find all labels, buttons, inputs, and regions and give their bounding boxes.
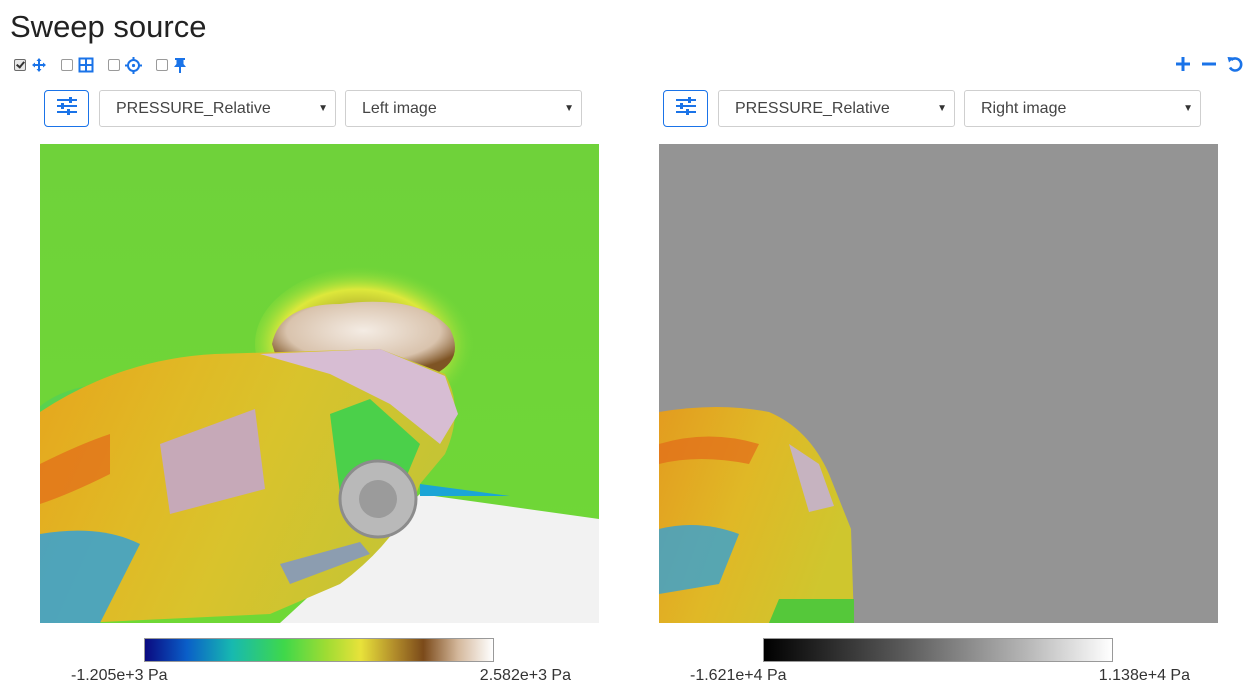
- grid-toggle[interactable]: [61, 57, 94, 73]
- right-colorbar-min: -1.621e+4 Pa: [690, 667, 787, 684]
- crosshair-toggle[interactable]: [108, 56, 142, 74]
- right-colorbar-max: 1.138e+4 Pa: [1098, 667, 1190, 684]
- sliders-icon: [56, 97, 78, 120]
- right-colorbar: [763, 638, 1113, 662]
- left-pane: PRESSURE_Relative ▼ Left image ▼ -1.205e…: [40, 90, 600, 695]
- left-image-select-value: Left image: [362, 100, 437, 117]
- move-arrows-icon[interactable]: [31, 57, 47, 73]
- left-colorbar-min: -1.205e+3 Pa: [71, 667, 168, 684]
- caret-down-icon: ▼: [318, 103, 328, 114]
- right-pane: PRESSURE_Relative ▼ Right image ▼ -1.621…: [659, 90, 1219, 695]
- grid-checkbox[interactable]: [61, 59, 73, 71]
- crosshair-checkbox[interactable]: [108, 59, 120, 71]
- right-image-select-value: Right image: [981, 100, 1067, 117]
- left-render-viewport[interactable]: [40, 144, 599, 623]
- minus-icon[interactable]: [1200, 55, 1218, 78]
- right-pressure-render: [659, 144, 1218, 623]
- pan-checkbox[interactable]: [14, 59, 26, 71]
- plus-icon[interactable]: [1174, 55, 1192, 78]
- pan-toggle[interactable]: [14, 57, 47, 73]
- caret-down-icon: ▼: [937, 103, 947, 114]
- left-field-select[interactable]: PRESSURE_Relative ▼: [99, 90, 336, 127]
- left-colorbar-max: 2.582e+3 Pa: [479, 667, 571, 684]
- page-title: Sweep source: [10, 9, 207, 44]
- pin-checkbox[interactable]: [156, 59, 168, 71]
- pin-icon[interactable]: [173, 57, 187, 73]
- grid-icon[interactable]: [78, 57, 94, 73]
- caret-down-icon: ▼: [564, 103, 574, 114]
- reset-icon[interactable]: [1226, 55, 1244, 78]
- caret-down-icon: ▼: [1183, 103, 1193, 114]
- left-settings-button[interactable]: [44, 90, 89, 127]
- view-toolbar: [14, 55, 201, 75]
- right-settings-button[interactable]: [663, 90, 708, 127]
- right-render-viewport[interactable]: [659, 144, 1218, 623]
- zoom-controls: [1166, 55, 1244, 78]
- crosshair-icon[interactable]: [125, 56, 142, 74]
- left-pressure-render: [40, 144, 599, 623]
- sliders-icon: [675, 97, 697, 120]
- left-field-select-value: PRESSURE_Relative: [116, 100, 271, 117]
- left-colorbar: [144, 638, 494, 662]
- left-image-select[interactable]: Left image ▼: [345, 90, 582, 127]
- right-field-select[interactable]: PRESSURE_Relative ▼: [718, 90, 955, 127]
- right-field-select-value: PRESSURE_Relative: [735, 100, 890, 117]
- pin-toggle[interactable]: [156, 57, 187, 73]
- right-image-select[interactable]: Right image ▼: [964, 90, 1201, 127]
